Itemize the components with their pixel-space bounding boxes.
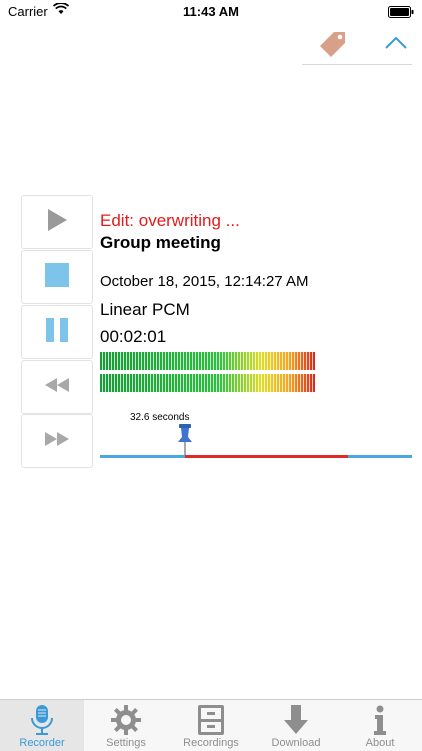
level-meter-right [100,374,315,392]
tab-bar: Recorder Settings Recordings Download Ab… [0,699,422,751]
fast-forward-button[interactable] [21,414,93,468]
tab-download[interactable]: Download [254,700,338,751]
stop-button[interactable] [21,250,93,304]
info-icon [338,704,422,736]
marker-label: 32.6 seconds [130,412,190,423]
timeline-track[interactable] [100,455,412,458]
pause-button[interactable] [21,305,93,359]
tab-label: Recordings [183,737,239,749]
tab-recordings[interactable]: Recordings [168,700,254,751]
rewind-button[interactable] [21,360,93,414]
edit-status: Edit: overwriting ... [100,211,240,230]
status-bar: Carrier 11:43 AM [0,0,422,24]
microphone-icon [0,704,84,736]
stop-icon [44,262,70,293]
tab-about[interactable]: About [338,700,422,751]
recording-format: Linear PCM [100,300,190,319]
tab-label: Download [271,737,321,749]
recording-title: Group meeting [100,233,221,252]
play-button[interactable] [21,195,93,249]
play-icon [44,207,70,238]
chevron-up-icon[interactable] [384,36,408,55]
cabinet-icon [168,704,254,736]
top-controls [302,28,412,65]
fast-forward-icon [44,431,70,452]
tag-icon[interactable] [316,30,348,65]
tab-recorder[interactable]: Recorder [0,700,84,751]
clock-time: 11:43 AM [183,4,239,19]
tab-label: Recorder [19,737,65,749]
timeline-selection [185,455,348,458]
level-meter-left [100,352,315,370]
download-arrow-icon [254,704,338,736]
battery-icon [388,6,414,21]
tab-label: About [365,737,395,749]
recording-duration: 00:02:01 [100,327,167,346]
tab-settings[interactable]: Settings [84,700,168,751]
gear-icon [84,704,168,736]
rewind-icon [44,377,70,398]
recording-date: October 18, 2015, 12:14:27 AM [100,273,309,290]
tab-label: Settings [106,737,146,749]
pause-icon [44,317,70,348]
